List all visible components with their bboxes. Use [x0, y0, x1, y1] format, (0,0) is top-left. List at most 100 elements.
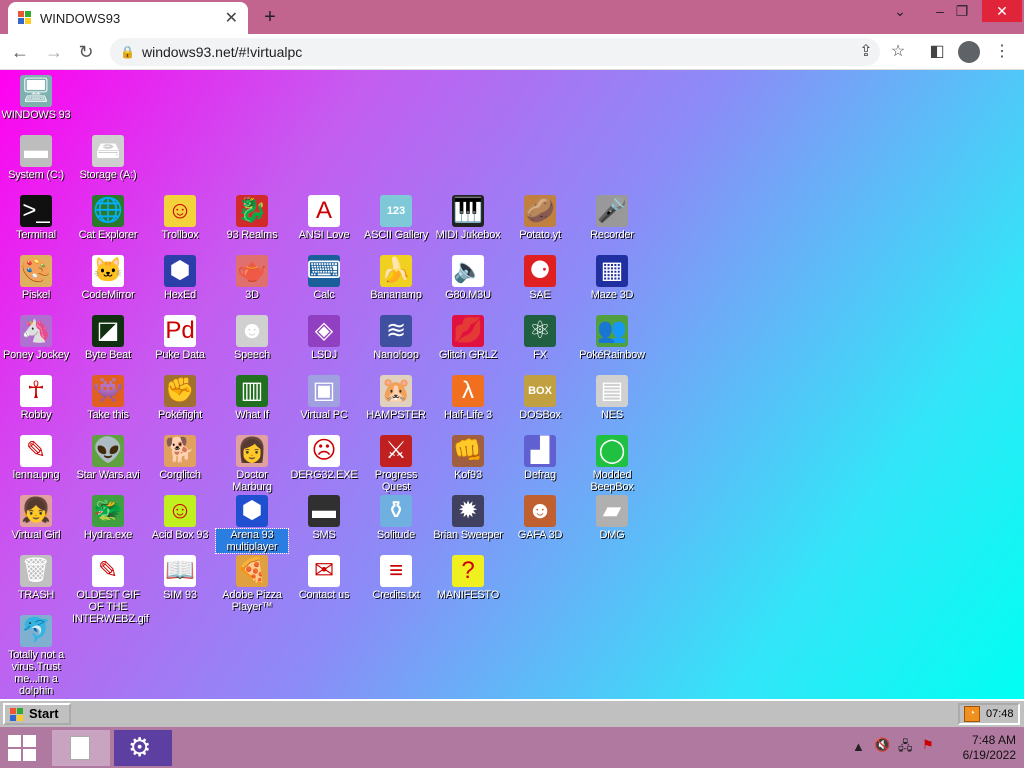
sae-icon: ⚈ — [524, 255, 556, 287]
desktop-icon-hexed[interactable]: ⬢ HexEd — [144, 255, 216, 301]
desktop-icon-lenna-png[interactable]: ✎ lenna.png — [0, 435, 72, 481]
hydra-exe-icon: 🐲 — [92, 495, 124, 527]
desktop-icon-manifesto[interactable]: ? MANIFESTO — [432, 555, 504, 601]
desktop-icon-codemirror[interactable]: 🐱 CodeMirror — [72, 255, 144, 301]
start-button[interactable]: Start — [3, 703, 71, 725]
desktop-icon-sim-93[interactable]: 📖 SIM 93 — [144, 555, 216, 601]
desktop-icon-midi-jukebox[interactable]: 🎹 MIDI Jukebox — [432, 195, 504, 241]
settings-button[interactable]: ⚙ — [114, 730, 172, 766]
desktop-icon-g80-m3u[interactable]: 🔈 G80.M3U — [432, 255, 504, 301]
desktop-icon-derg32-exe[interactable]: ☹ DERG32.EXE — [288, 435, 360, 481]
desktop-icon-progress-quest[interactable]: ⚔ Progress Quest — [360, 435, 432, 493]
forward-arrow-icon[interactable]: → — [42, 40, 66, 64]
menu-dots-icon[interactable]: ⋮ — [990, 40, 1014, 64]
desktop-icon-recorder[interactable]: 🎤 Recorder — [576, 195, 648, 241]
desktop-icon-calc[interactable]: ⌨ Calc — [288, 255, 360, 301]
address-bar[interactable]: 🔒 windows93.net/#!virtualpc — [110, 38, 880, 66]
desktop-icon-windows-93[interactable]: 🖥 WINDOWS 93 — [0, 75, 72, 121]
desktop-icon-contact-us[interactable]: ✉ Contact us — [288, 555, 360, 601]
desktop-icon-3d[interactable]: 🫖 3D — [216, 255, 288, 301]
desktop-icon-label: Defrag — [524, 469, 556, 481]
network-icon[interactable]: 🖧 — [898, 737, 913, 759]
nanoloop-icon: ≋ — [380, 315, 412, 347]
desktop-icon-bananamp[interactable]: 🍌 Bananamp — [360, 255, 432, 301]
desktop-icon-virtual-girl[interactable]: 👧 Virtual Girl — [0, 495, 72, 541]
desktop-icon-virtual-pc[interactable]: ▣ Virtual PC — [288, 375, 360, 421]
desktop-icon-adobe-pizza-player[interactable]: 🍕 Adobe Pizza Player™ — [216, 555, 288, 613]
desktop-icon-sae[interactable]: ⚈ SAE — [504, 255, 576, 301]
desktop-icon-totally-not-a-virus-trust-me-im-a-dolphin[interactable]: 🐬 Totally not a virus.Trust me...im a dol… — [0, 615, 72, 697]
desktop-icon-label: Totally not a virus.Trust me...im a dolp… — [7, 649, 65, 697]
desktop-icon-fx[interactable]: ⚛ FX — [504, 315, 576, 361]
notification-icon[interactable]: ⚑ — [922, 737, 934, 753]
browser-tab[interactable]: WINDOWS93 ✕ — [8, 2, 248, 34]
desktop-icon-arena-93-multiplayer[interactable]: ⬢ Arena 93 multiplayer — [215, 495, 289, 554]
desktop-icon-nes[interactable]: ▤ NES — [576, 375, 648, 421]
desktop-icon-solitude[interactable]: ⚱ Solitude — [360, 495, 432, 541]
desktop-icon-oldest-gif-of-the-interwebz-gif[interactable]: ✎ OLDEST GIF OF THE INTERWEBZ.gif — [72, 555, 149, 625]
desktop-icon-system-c[interactable]: ▬ System (C:) — [0, 135, 72, 181]
desktop-icon-acid-box-93[interactable]: ☺ Acid Box 93 — [144, 495, 216, 541]
desktop-icon-star-wars-avi[interactable]: 👽 Star Wars.avi — [72, 435, 144, 481]
restore-button[interactable]: ❐ — [942, 0, 982, 22]
desktop-icon-terminal[interactable]: >_ Terminal — [0, 195, 72, 241]
desktop-icon-poney-jockey[interactable]: 🦄 Poney Jockey — [0, 315, 72, 361]
desktop-icon-sms[interactable]: ▬ SMS — [288, 495, 360, 541]
desktop-icon-gafa-3d[interactable]: ☻ GAFA 3D — [504, 495, 576, 541]
trash-icon: 🗑 — [20, 555, 52, 587]
desktop-icon-pok-rainbow[interactable]: 👥 PokéRainbow — [576, 315, 648, 361]
desktop-icon-what-if[interactable]: ▥ What If — [216, 375, 288, 421]
file-explorer-button[interactable] — [52, 730, 110, 766]
os-clock[interactable]: 7:48 AM 6/19/2022 — [946, 733, 1016, 763]
desktop-icon-take-this[interactable]: 👾 Take this — [72, 375, 144, 421]
desktop-icon-piskel[interactable]: 🎨 Piskel — [0, 255, 72, 301]
desktop-icon-nanoloop[interactable]: ≋ Nanoloop — [360, 315, 432, 361]
doctor-marburg-icon: 👩 — [236, 435, 268, 467]
desktop-icon-pok-fight[interactable]: ✊ Pokéfight — [144, 375, 216, 421]
desktop-icon-byte-beat[interactable]: ◪ Byte Beat — [72, 315, 144, 361]
desktop-icon-corglitch[interactable]: 🐕 Corglitch — [144, 435, 216, 481]
windows93-desktop[interactable]: 🖥 WINDOWS 93 ▬ System (C:) 🖴 Storage (A:) >_ Te… — [0, 70, 1024, 699]
desktop-icon-dmg[interactable]: ▰ DMG — [576, 495, 648, 541]
desktop-icon-speech[interactable]: ☻ Speech — [216, 315, 288, 361]
side-panel-icon[interactable]: ◧ — [925, 40, 949, 64]
tab-search-icon[interactable]: ⌄ — [880, 0, 920, 22]
desktop-icon-kof93[interactable]: 👊 Kof93 — [432, 435, 504, 481]
desktop-icon-modded-beepbox[interactable]: ◯ Modded BeepBox — [576, 435, 648, 493]
desktop-icon-cat-explorer[interactable]: 🌐 Cat Explorer — [72, 195, 144, 241]
rss-icon[interactable]: ◔ — [964, 706, 980, 722]
desktop-icon-puke-data[interactable]: Pd Puke Data — [144, 315, 216, 361]
reload-icon[interactable]: ↻ — [74, 40, 98, 64]
desktop-icon-trash[interactable]: 🗑 TRASH — [0, 555, 72, 601]
tab-close-icon[interactable]: ✕ — [225, 8, 238, 28]
new-tab-button[interactable]: + — [258, 5, 282, 29]
bookmark-star-icon[interactable]: ☆ — [886, 40, 910, 64]
desktop-icon-hampster[interactable]: 🐹 HAMPSTER — [360, 375, 432, 421]
windows93-favicon-icon — [18, 11, 32, 25]
desktop-icon-glitch-grlz[interactable]: 💋 Glitch GRLZ — [432, 315, 504, 361]
chevron-up-icon[interactable]: ▲ — [852, 739, 865, 754]
back-arrow-icon[interactable]: ← — [8, 40, 32, 64]
desktop-icon-doctor-marburg[interactable]: 👩 Doctor Marburg — [216, 435, 288, 493]
share-icon[interactable]: ⇪ — [854, 40, 878, 64]
desktop-icon-credits-txt[interactable]: ≡ Credits.txt — [360, 555, 432, 601]
desktop-icon-brian-sweeper[interactable]: ✹ Brian Sweeper — [432, 495, 504, 541]
desktop-icon-ansi-love[interactable]: A ANSI Love — [288, 195, 360, 241]
desktop-icon-lsdj[interactable]: ◈ LSDJ — [288, 315, 360, 361]
volume-muted-icon[interactable]: 🔇 — [874, 737, 890, 753]
desktop-icon-half-life-3[interactable]: λ Half-Life 3 — [432, 375, 504, 421]
desktop-icon-hydra-exe[interactable]: 🐲 Hydra.exe — [72, 495, 144, 541]
profile-avatar[interactable] — [958, 41, 980, 63]
windows-start-icon[interactable] — [8, 735, 38, 761]
desktop-icon-dosbox[interactable]: BOX DOSBox — [504, 375, 576, 421]
desktop-icon-ascii-gallery[interactable]: 123 ASCII Gallery — [360, 195, 432, 241]
cat-explorer-icon: 🌐 — [92, 195, 124, 227]
window-close-button[interactable]: ✕ — [982, 0, 1022, 22]
desktop-icon-93-realms[interactable]: 🐉 93 Realms — [216, 195, 288, 241]
desktop-icon-trollbox[interactable]: ☺ Trollbox — [144, 195, 216, 241]
desktop-icon-storage-a[interactable]: 🖴 Storage (A:) — [72, 135, 144, 181]
desktop-icon-potato-yt[interactable]: 🥔 Potato.yt — [504, 195, 576, 241]
desktop-icon-defrag[interactable]: ▟ Defrag — [504, 435, 576, 481]
desktop-icon-maze-3d[interactable]: ▦ Maze 3D — [576, 255, 648, 301]
desktop-icon-robby[interactable]: ☥ Robby — [0, 375, 72, 421]
